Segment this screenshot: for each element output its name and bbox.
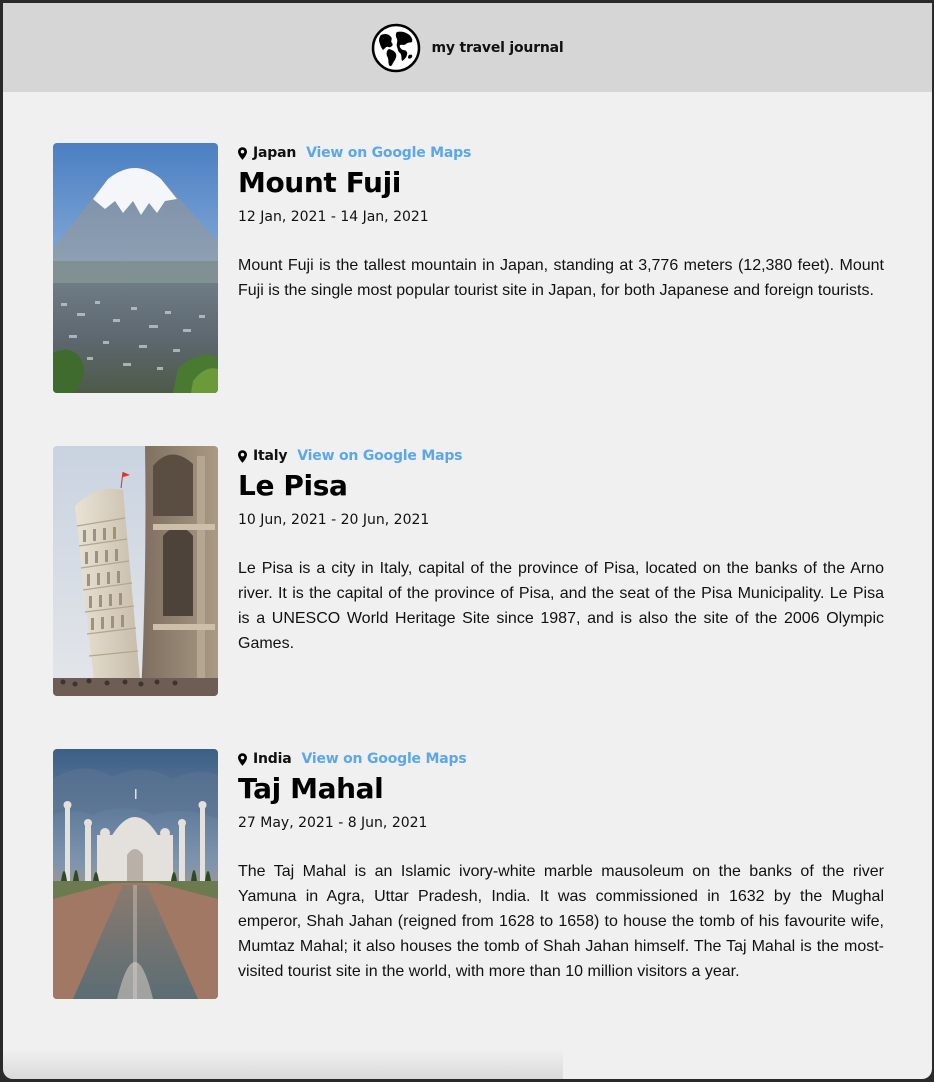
- scroll-shadow: [3, 1049, 563, 1079]
- entry-dates: 12 Jan, 2021 - 14 Jan, 2021: [238, 209, 429, 225]
- entry-location-row: Italy View on Google Maps: [238, 446, 884, 466]
- journal-entry: Italy View on Google Maps Le Pisa 10 Jun…: [53, 446, 884, 696]
- location-pin-icon: [238, 752, 247, 766]
- entry-description: Le Pisa is a city in Italy, capital of t…: [238, 560, 884, 652]
- location-pin-icon: [238, 449, 247, 463]
- entry-title: Taj Mahal: [238, 772, 384, 805]
- entry-dates: 27 May, 2021 - 8 Jun, 2021: [238, 815, 428, 831]
- view-on-google-maps-link[interactable]: View on Google Maps: [306, 145, 471, 161]
- entry-country: Italy: [253, 448, 288, 464]
- entry-country: India: [253, 751, 292, 767]
- journal-entry: India View on Google Maps Taj Mahal 27 M…: [53, 749, 884, 999]
- entry-location-row: Japan View on Google Maps: [238, 143, 884, 163]
- location-pin-icon: [238, 146, 247, 160]
- view-on-google-maps-link[interactable]: View on Google Maps: [301, 751, 466, 767]
- entry-dates: 10 Jun, 2021 - 20 Jun, 2021: [238, 512, 430, 528]
- entry-title: Le Pisa: [238, 469, 348, 502]
- view-on-google-maps-link[interactable]: View on Google Maps: [297, 448, 462, 464]
- entry-photo-mount-fuji: [53, 143, 218, 393]
- journal-entry: Japan View on Google Maps Mount Fuji 12 …: [53, 143, 884, 393]
- entry-photo-le-pisa: [53, 446, 218, 696]
- globe-icon: [372, 23, 421, 72]
- entry-country: Japan: [253, 145, 297, 161]
- entry-photo-taj-mahal: [53, 749, 218, 999]
- entry-description: Mount Fuji is the tallest mountain in Ja…: [238, 257, 884, 299]
- app-window: my travel journal Japan View on Google M…: [3, 3, 932, 1079]
- app-title: my travel journal: [431, 39, 564, 56]
- entry-info: Italy View on Google Maps Le Pisa 10 Jun…: [238, 446, 884, 656]
- entry-info: Japan View on Google Maps Mount Fuji 12 …: [238, 143, 884, 303]
- app-header: my travel journal: [3, 3, 932, 92]
- entry-description: The Taj Mahal is an Islamic ivory-white …: [238, 863, 884, 980]
- entry-info: India View on Google Maps Taj Mahal 27 M…: [238, 749, 884, 984]
- entry-location-row: India View on Google Maps: [238, 749, 884, 769]
- entry-title: Mount Fuji: [238, 166, 401, 199]
